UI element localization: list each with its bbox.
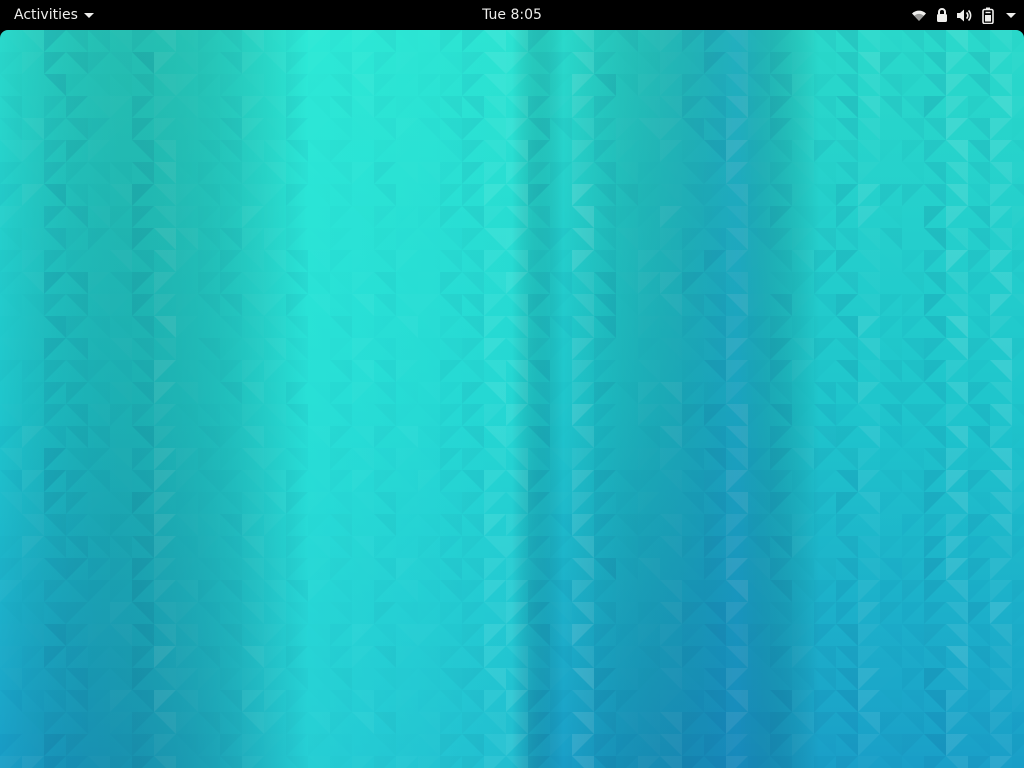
clock-label: Tue 8:05 (482, 7, 542, 23)
desktop-wallpaper[interactable] (0, 30, 1024, 768)
wifi-icon (910, 7, 927, 24)
vpn-lock-icon (933, 7, 950, 24)
activities-label: Activities (14, 7, 78, 23)
chevron-down-icon (1006, 12, 1016, 18)
wallpaper-image (0, 30, 1024, 768)
activities-button[interactable]: Activities (6, 0, 102, 30)
battery-icon (979, 7, 996, 24)
volume-icon (956, 7, 973, 24)
chevron-down-icon (83, 13, 94, 18)
system-menu-button[interactable] (910, 0, 1016, 30)
top-panel: Activities Tue 8:05 (0, 0, 1024, 30)
clock[interactable]: Tue 8:05 (474, 0, 550, 30)
